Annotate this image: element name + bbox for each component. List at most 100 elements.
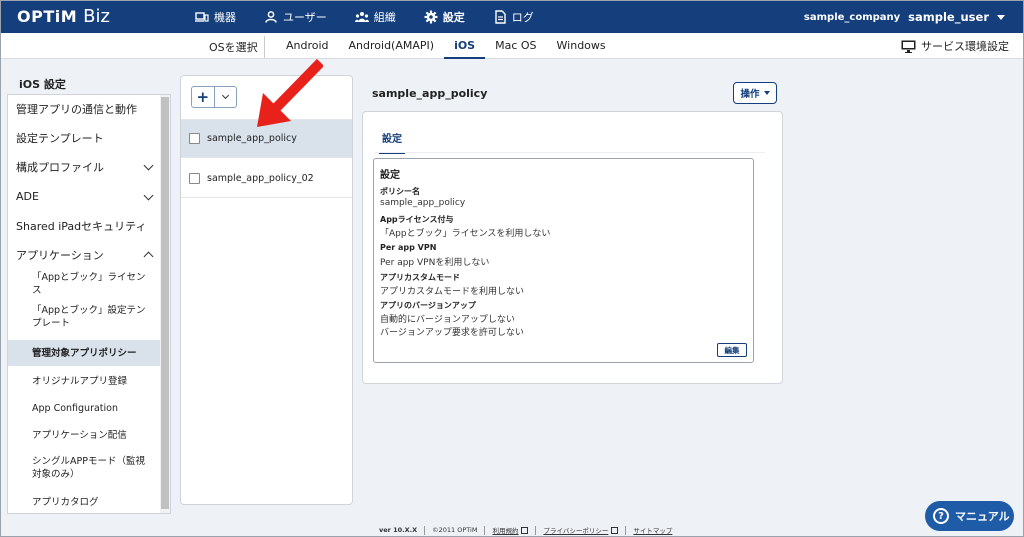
sidebar-item-single-app-mode[interactable]: シングルAPPモード（監視対象のみ） xyxy=(8,452,160,484)
sidebar-item-managed-app-policy[interactable]: 管理対象アプリポリシー xyxy=(8,340,160,366)
nav-logs[interactable]: ログ xyxy=(479,1,548,33)
sidebar-item-label: アプリケーション xyxy=(16,248,104,262)
sidebar-item-label: 設定テンプレート xyxy=(16,131,104,145)
nav-label: 機器 xyxy=(214,11,236,24)
top-navigation-bar: OPTiM Biz 機器 ユーザー 組織 設定 ログ sample_compan… xyxy=(1,1,1023,33)
tab-ios[interactable]: iOS xyxy=(444,33,486,59)
add-button-group: + xyxy=(191,86,237,108)
sidebar-item-app-book-template[interactable]: 「Appとブック」設定テンプレート xyxy=(8,301,160,333)
external-link-icon xyxy=(611,526,619,534)
tab-android-amapi[interactable]: Android(AMAPI) xyxy=(339,33,445,59)
nav-organization[interactable]: 組織 xyxy=(341,1,410,33)
nav-label: 設定 xyxy=(442,11,465,24)
detail-card: 設定 設定 ポリシー名 sample_app_policy Appライセンス付与… xyxy=(362,111,783,384)
field-label-app-version-up: アプリのバージョンアップ xyxy=(380,301,476,310)
sitemap-link[interactable]: サイトマップ xyxy=(633,525,672,535)
sidebar-scrollbar-thumb[interactable] xyxy=(161,97,169,509)
edit-button[interactable]: 編集 xyxy=(717,343,747,357)
user-icon xyxy=(265,11,277,23)
field-value-app-version-up: 自動的にバージョンアップしない xyxy=(380,315,515,325)
sidebar-item-label: 管理対象アプリポリシー xyxy=(32,347,137,359)
manual-button[interactable]: ? マニュアル xyxy=(925,501,1014,531)
policy-checkbox[interactable] xyxy=(189,172,200,184)
red-arrow-annotation xyxy=(257,59,323,127)
sidebar-item-label: 管理アプリの通信と動作 xyxy=(16,102,137,116)
nav-label: ログ xyxy=(511,11,534,24)
monitor-icon xyxy=(901,40,916,53)
user-menu[interactable]: sample_company sample_user xyxy=(804,1,1005,33)
tab-android[interactable]: Android xyxy=(276,33,339,59)
gear-icon xyxy=(424,10,438,24)
sidebar-item-original-app[interactable]: オリジナルアプリ登録 xyxy=(8,370,160,392)
optim-biz-logo[interactable]: OPTiM Biz xyxy=(17,6,110,27)
field-value-app-license: 「Appとブック」ライセンスを利用しない xyxy=(380,229,551,239)
sidebar-item-label: アプリケーション配信 xyxy=(32,429,127,441)
sidebar-item-app-communication[interactable]: 管理アプリの通信と動作 xyxy=(8,95,160,122)
policy-name: sample_app_policy_02 xyxy=(207,172,314,184)
policy-list-panel: + sample_app_policy sample_app_policy_02 xyxy=(180,75,353,505)
field-value-per-app-vpn: Per app VPNを利用しない xyxy=(380,258,490,268)
field-value-app-custom-mode: アプリカスタムモードを利用しない xyxy=(380,287,525,297)
sidebar-item-app-distribution[interactable]: アプリケーション配信 xyxy=(8,424,160,446)
nav-devices[interactable]: 機器 xyxy=(181,1,250,33)
sidebar: 管理アプリの通信と動作 設定テンプレート 構成プロファイル ADE Shared… xyxy=(7,94,171,514)
sidebar-item-configuration-profile[interactable]: 構成プロファイル xyxy=(8,153,160,180)
privacy-policy-link[interactable]: プライバシーポリシー xyxy=(543,525,608,535)
chevron-down-icon xyxy=(143,160,154,170)
os-selector-bar: OSを選択 Android Android(AMAPI) iOS Mac OS … xyxy=(1,33,1023,59)
terms-link[interactable]: 利用規約 xyxy=(492,525,518,535)
caret-down-icon xyxy=(997,14,1005,20)
divider xyxy=(424,525,426,535)
external-link-icon xyxy=(521,526,529,534)
version-text: ver 10.X.X xyxy=(379,526,418,534)
policy-checkbox[interactable] xyxy=(189,133,200,144)
nav-label: ユーザー xyxy=(283,11,327,24)
tab-macos[interactable]: Mac OS xyxy=(485,33,546,59)
operation-dropdown-button[interactable]: 操作 xyxy=(733,82,777,104)
caret-down-icon xyxy=(763,91,770,95)
copyright-text: ©2011 OPTiM xyxy=(432,526,478,534)
log-document-icon xyxy=(495,10,506,24)
tab-settings[interactable]: 設定 xyxy=(379,130,405,154)
sidebar-item-app-configuration[interactable]: App Configuration xyxy=(8,397,160,419)
sidebar-item-label: オリジナルアプリ登録 xyxy=(32,375,128,387)
sidebar-item-app-catalog[interactable]: アプリカタログ xyxy=(8,491,160,513)
field-label-policy-name: ポリシー名 xyxy=(380,187,420,196)
sidebar-item-settings-template[interactable]: 設定テンプレート xyxy=(8,124,160,151)
divider xyxy=(625,525,627,535)
chevron-down-icon xyxy=(143,190,154,200)
main-nav: 機器 ユーザー 組織 設定 ログ xyxy=(181,1,548,33)
sidebar-item-label: アプリカタログ xyxy=(32,496,99,508)
sidebar-item-applications[interactable]: アプリケーション xyxy=(8,241,160,268)
sidebar-item-label: Shared iPadセキュリティ xyxy=(16,219,147,233)
section-title: 設定 xyxy=(380,170,400,181)
tab-windows[interactable]: Windows xyxy=(547,33,616,59)
sidebar-item-ade[interactable]: ADE xyxy=(8,183,160,210)
company-name: sample_company xyxy=(803,11,901,23)
service-settings-link[interactable]: サービス環境設定 xyxy=(901,38,1009,54)
chevron-up-icon xyxy=(143,251,154,261)
field-value-app-version-up-2: バージョンアップ要求を許可しない xyxy=(380,328,524,338)
devices-icon xyxy=(195,12,209,22)
nav-label: 組織 xyxy=(373,11,396,24)
footer: ver 10.X.X ©2011 OPTiM 利用規約 プライバシーポリシー サ… xyxy=(379,525,672,535)
field-label-app-license: Appライセンス付与 xyxy=(380,215,454,224)
sidebar-scrollbar[interactable] xyxy=(160,95,170,513)
user-name: sample_user xyxy=(908,10,989,24)
divider xyxy=(535,525,537,535)
divider xyxy=(484,525,486,535)
sidebar-item-label: ADE xyxy=(16,190,39,203)
os-tabs: Android Android(AMAPI) iOS Mac OS Window… xyxy=(276,33,616,59)
add-policy-button[interactable]: + xyxy=(192,87,215,107)
policy-row[interactable]: sample_app_policy_02 xyxy=(181,159,352,198)
sidebar-title: iOS 設定 xyxy=(19,78,66,91)
divider xyxy=(264,36,265,58)
sidebar-item-app-book-license[interactable]: 「Appとブック」ライセンス xyxy=(8,272,160,296)
sidebar-item-shared-ipad-security[interactable]: Shared iPadセキュリティ xyxy=(8,212,160,239)
nav-settings[interactable]: 設定 xyxy=(410,1,479,33)
os-select-label: OSを選択 xyxy=(209,41,258,54)
add-dropdown-button[interactable] xyxy=(215,87,237,107)
logo-product: Biz xyxy=(83,6,110,27)
sidebar-item-label: App Configuration xyxy=(32,402,119,414)
nav-users[interactable]: ユーザー xyxy=(250,1,341,33)
